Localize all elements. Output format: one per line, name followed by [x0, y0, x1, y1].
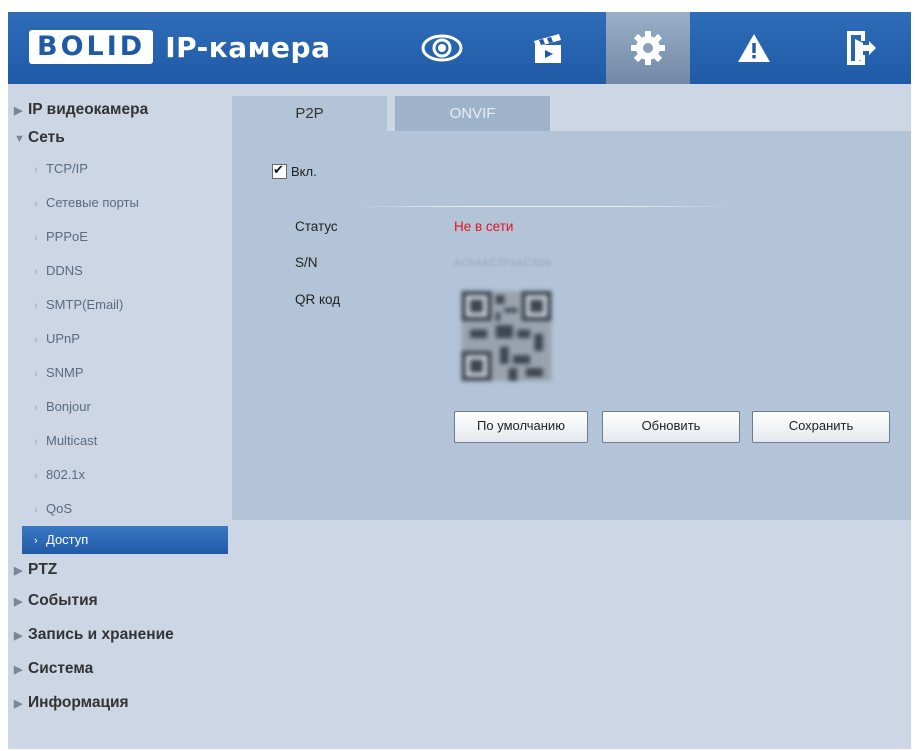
- triangle-right-icon: ▶: [14, 630, 23, 642]
- sidebar-item-label: PTZ: [28, 561, 58, 578]
- app-frame: BOLID IP-камера ▶ IP видеокамера ▼ Сеть …: [8, 12, 911, 749]
- chevron-right-icon: ›: [34, 300, 38, 312]
- sidebar-subitem-ddns[interactable]: › DDNS: [8, 254, 230, 288]
- sidebar-subitem-bonjour[interactable]: › Bonjour: [8, 390, 230, 424]
- triangle-down-icon: ▼: [14, 133, 25, 145]
- sidebar-subitem-label: PPPoE: [46, 229, 88, 244]
- nav-alarm-button[interactable]: [712, 12, 796, 84]
- enable-label: Вкл.: [291, 164, 317, 179]
- tab-onvif[interactable]: ONVIF: [395, 96, 550, 131]
- logo-title: IP-камера: [165, 30, 331, 64]
- sidebar-item-network[interactable]: ▼ Сеть: [8, 124, 230, 152]
- sidebar-subitem-pppoe[interactable]: › PPPoE: [8, 220, 230, 254]
- gear-icon: [631, 31, 665, 65]
- sidebar-item-label: IP видеокамера: [28, 101, 149, 118]
- sidebar-item-info[interactable]: ▶ Информация: [8, 686, 230, 720]
- sidebar-subitem-ports[interactable]: › Сетевые порты: [8, 186, 230, 220]
- chevron-right-icon: ›: [34, 232, 38, 244]
- chevron-right-icon: ›: [34, 368, 38, 380]
- qr-code-image: [461, 291, 552, 381]
- triangle-right-icon: ▶: [14, 596, 23, 608]
- sidebar-item-storage[interactable]: ▶ Запись и хранение: [8, 618, 230, 652]
- save-button[interactable]: Сохранить: [752, 411, 890, 443]
- sidebar-subitem-access[interactable]: › Доступ: [22, 526, 228, 554]
- nav-playback-button[interactable]: [506, 12, 590, 84]
- top-bar: BOLID IP-камера: [8, 12, 911, 84]
- nav-live-view-button[interactable]: [400, 12, 484, 84]
- sidebar-item-label: Запись и хранение: [28, 626, 174, 643]
- sidebar-subitem-qos[interactable]: › QoS: [8, 492, 230, 526]
- tab-bar: P2P ONVIF: [232, 96, 911, 131]
- sidebar-subitem-8021x[interactable]: › 802.1x: [8, 458, 230, 492]
- nav-logout-button[interactable]: [818, 12, 902, 84]
- exit-icon: [847, 31, 876, 65]
- sidebar-subitem-label: UPnP: [46, 331, 80, 346]
- sidebar-subitem-label: TCP/IP: [46, 161, 88, 176]
- sidebar-subitem-label: DDNS: [46, 263, 83, 278]
- triangle-right-icon: ▶: [14, 105, 23, 117]
- logo-brand: BOLID: [29, 30, 154, 64]
- chevron-right-icon: ›: [34, 402, 38, 414]
- chevron-right-icon: ›: [34, 504, 38, 516]
- sidebar-subitem-label: SNMP: [46, 365, 84, 380]
- sidebar-item-label: Сеть: [28, 129, 65, 146]
- chevron-right-icon: ›: [34, 334, 38, 346]
- chevron-right-icon: ›: [34, 198, 38, 210]
- sidebar-subitem-label: QoS: [46, 501, 73, 516]
- sidebar-subitem-label: 802.1x: [46, 467, 86, 482]
- sidebar-item-system[interactable]: ▶ Система: [8, 652, 230, 686]
- divider: [352, 206, 732, 207]
- warning-icon: [738, 34, 770, 62]
- sidebar-subitem-label: Multicast: [46, 433, 98, 448]
- triangle-right-icon: ▶: [14, 565, 23, 577]
- status-value: Не в сети: [454, 219, 514, 234]
- sidebar-subitem-label: Доступ: [46, 532, 89, 547]
- sn-value: AC0AAC2P4AC3D9: [454, 258, 552, 269]
- sidebar-item-ptz[interactable]: ▶ PTZ: [8, 556, 230, 584]
- chevron-right-icon: ›: [34, 266, 38, 278]
- sidebar-item-label: События: [28, 592, 98, 609]
- p2p-panel: Вкл. Статус Не в сети S/N AC0AAC2P4AC3D9…: [232, 131, 911, 520]
- sidebar-subitem-label: Bonjour: [46, 399, 91, 414]
- tab-p2p[interactable]: P2P: [232, 96, 387, 131]
- triangle-right-icon: ▶: [14, 664, 23, 676]
- default-button[interactable]: По умолчанию: [454, 411, 588, 443]
- sidebar-subitem-upnp[interactable]: › UPnP: [8, 322, 230, 356]
- chevron-right-icon: ›: [34, 535, 38, 547]
- enable-checkbox-row[interactable]: Вкл.: [272, 162, 317, 179]
- enable-checkbox[interactable]: [272, 162, 287, 179]
- sidebar-subitem-smtp[interactable]: › SMTP(Email): [8, 288, 230, 322]
- clapperboard-icon: [534, 34, 561, 63]
- sn-label: S/N: [295, 255, 318, 270]
- refresh-button[interactable]: Обновить: [602, 411, 740, 443]
- sidebar-item-ip-camera[interactable]: ▶ IP видеокамера: [8, 96, 230, 124]
- sidebar-subitem-snmp[interactable]: › SNMP: [8, 356, 230, 390]
- sidebar-subitem-tcpip[interactable]: › TCP/IP: [8, 152, 230, 186]
- status-label: Статус: [295, 219, 338, 234]
- nav-settings-button[interactable]: [606, 12, 690, 84]
- sidebar-subitem-multicast[interactable]: › Multicast: [8, 424, 230, 458]
- sidebar-item-label: Информация: [28, 694, 129, 711]
- sidebar-item-events[interactable]: ▶ События: [8, 584, 230, 618]
- sidebar: ▶ IP видеокамера ▼ Сеть › TCP/IP › Сетевые п…: [8, 96, 230, 720]
- qr-label: QR код: [295, 292, 341, 307]
- chevron-right-icon: ›: [34, 164, 38, 176]
- sidebar-subitem-label: Сетевые порты: [46, 195, 139, 210]
- logo: BOLID IP-камера: [29, 28, 330, 66]
- eye-icon: [421, 34, 463, 62]
- chevron-right-icon: ›: [34, 436, 38, 448]
- sidebar-subitem-label: SMTP(Email): [46, 297, 124, 312]
- chevron-right-icon: ›: [34, 470, 38, 482]
- sidebar-item-label: Система: [28, 660, 94, 677]
- triangle-right-icon: ▶: [14, 698, 23, 710]
